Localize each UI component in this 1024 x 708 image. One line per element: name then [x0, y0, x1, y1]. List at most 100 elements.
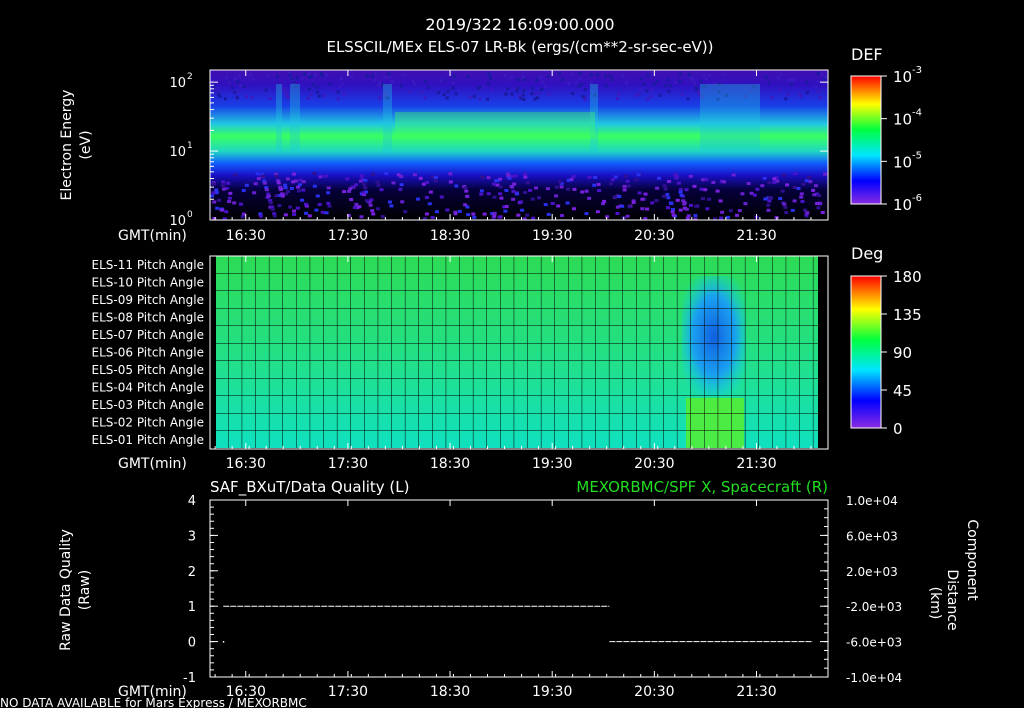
spectrogram-noise-cell — [211, 191, 216, 195]
spectrogram-noise-cell — [285, 177, 290, 181]
spectrogram-noise-cell — [420, 91, 424, 95]
spectrogram-noise-cell — [665, 206, 670, 210]
spectrogram-noise-cell — [349, 198, 354, 202]
spectrogram-noise-cell — [448, 172, 453, 176]
spectrogram-noise-cell — [486, 192, 491, 196]
time-axis-label: GMT(min) — [118, 228, 187, 244]
pitch-angle-row-label: ELS-01 Pitch Angle — [92, 433, 204, 447]
spectrogram-noise-cell — [487, 82, 491, 86]
spectrogram-noise-cell — [283, 183, 288, 187]
spectrogram-noise-cell — [244, 183, 249, 187]
spectrogram-noise-cell — [286, 189, 291, 193]
spectrogram-noise-cell — [477, 87, 481, 91]
spectrogram-noise-cell — [503, 209, 508, 213]
quality-ylabel-line2: (Raw) — [77, 570, 93, 610]
def-colorbar — [850, 75, 882, 205]
spectrogram-noise-cell — [307, 96, 311, 100]
spectrogram-noise-cell — [801, 182, 806, 186]
spectrogram-noise-cell — [486, 176, 491, 180]
spectrogram-noise-cell — [766, 203, 771, 207]
spectrogram-noise-cell — [466, 213, 471, 217]
def-colorbar-tick-label: 10 — [893, 153, 912, 171]
pitch-angle-row-label: ELS-02 Pitch Angle — [92, 416, 204, 430]
spectrogram-noise-cell — [433, 179, 438, 183]
quality-xtick-label: 18:30 — [430, 684, 470, 700]
spectrogram-noise-cell — [313, 72, 317, 76]
spectrogram-noise-cell — [370, 172, 375, 176]
spectrogram-noise-cell — [711, 180, 716, 184]
deg-colorbar — [850, 275, 882, 429]
deg-colorbar-tick-label: 180 — [893, 268, 922, 286]
quality-left-tick-label: 2 — [188, 565, 196, 580]
spectrogram-noise-cell — [233, 90, 237, 94]
spectrogram-noise-cell — [331, 88, 335, 92]
spectrogram-noise-cell — [814, 85, 818, 89]
distance-ylabel-line2: Distance — [944, 569, 960, 630]
spectrogram-noise-cell — [631, 200, 636, 204]
pitch-angle-row-labels: ELS-11 Pitch Angle ELS-10 Pitch Angle ELS-… — [92, 258, 204, 447]
spectrogram-noise-cell — [376, 183, 381, 187]
spectrogram-noise-cell — [323, 174, 328, 178]
spectrogram-noise-cell — [646, 97, 650, 101]
spectrogram-noise-cell — [301, 188, 306, 192]
spectrogram-noise-cell — [359, 174, 364, 178]
spectrogram-noise-cell — [655, 79, 659, 83]
spectrogram-noise-cell — [820, 211, 825, 215]
spectrogram-noise-cell — [232, 201, 237, 205]
spectrogram-noise-cell — [513, 174, 518, 178]
spectrogram-noise-cell — [506, 87, 510, 91]
spectrogram-noise-cell — [265, 73, 269, 77]
spectrogram-noise-cell — [534, 186, 539, 190]
spectrogram-noise-cell — [767, 196, 772, 200]
spectrogram-noise-cell — [566, 178, 571, 182]
def-colorbar-tick-label: 10 — [893, 68, 912, 86]
spectrogram-noise-cell — [482, 212, 487, 216]
spectrogram-noise-cell — [796, 186, 801, 190]
spectrogram-noise-cell — [303, 202, 308, 206]
spectrogram-noise-cell — [610, 178, 615, 182]
spectrogram-noise-cell — [521, 93, 525, 97]
spectrogram-noise-cell — [646, 73, 650, 77]
spectrogram-noise-cell — [545, 187, 550, 191]
spectrogram-noise-cell — [375, 207, 380, 211]
quality-title-right: MEXORBMC/SPF X, Spacecraft (R) — [576, 478, 828, 496]
spectrogram-noise-cell — [253, 182, 258, 186]
spectrogram-noise-cell — [530, 92, 534, 96]
spectrogram-noise-cell — [811, 188, 816, 192]
spectrogram-noise-cell — [363, 178, 368, 182]
spectrogram-noise-cell — [418, 176, 423, 180]
spectrogram-noise-cell — [592, 183, 597, 187]
spectrogram-noise-cell — [368, 203, 373, 207]
spectrogram-noise-cell — [554, 194, 559, 198]
spectrogram-noise-cell — [210, 194, 215, 198]
spectrogram-noise-cell — [370, 74, 374, 78]
spectrogram-noise-cell — [520, 208, 525, 212]
spectrogram-noise-cell — [589, 73, 593, 77]
spectrogram-noise-cell — [295, 76, 299, 80]
spectrogram-noise-cell — [364, 199, 369, 203]
spectrogram-noise-cell — [760, 184, 765, 188]
spectrogram-noise-cell — [799, 94, 803, 98]
spectrogram-noise-cell — [734, 213, 739, 217]
spectrogram-noise-cell — [515, 89, 519, 93]
spectrogram-noise-cell — [424, 80, 428, 84]
def-colorbar-tick-label: 10 — [893, 196, 912, 214]
spectrogram-noise-cell — [604, 74, 608, 78]
spectrogram-noise-cell — [574, 81, 578, 85]
spectrogram-noise-cell — [465, 194, 470, 198]
footer-note: NO DATA AVAILABLE for Mars Express / MEX… — [0, 696, 307, 708]
pitch-angle-xtick-label: 17:30 — [328, 456, 368, 472]
spectrogram-noise-cell — [371, 212, 376, 216]
spectrogram-noise-cell — [457, 209, 462, 213]
spectrogram-noise-cell — [790, 82, 794, 86]
spectrogram-noise-cell — [307, 87, 311, 91]
spectrogram-noise-cell — [613, 195, 618, 199]
spectrogram-noise-cell — [587, 175, 592, 179]
spectrogram-noise-cell — [370, 209, 375, 213]
spectrogram-noise-cell — [225, 75, 229, 79]
spectrogram-noise-cell — [546, 212, 551, 216]
spectrogram-noise-cell — [315, 85, 319, 89]
spectrogram-noise-cell — [584, 212, 589, 216]
spectrogram-noise-cell — [784, 97, 788, 101]
spectrogram-noise-cell — [324, 211, 329, 215]
